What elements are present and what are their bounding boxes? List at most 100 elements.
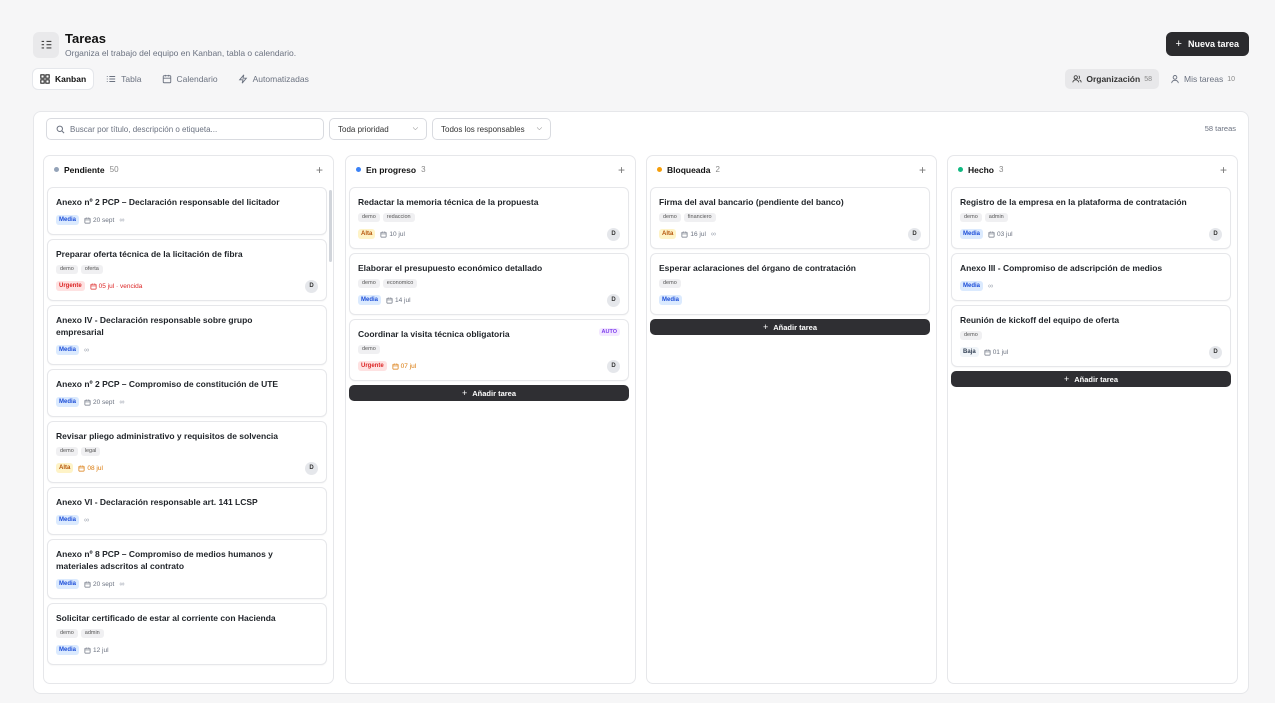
add-card-icon[interactable]: +: [618, 163, 625, 177]
task-card[interactable]: Anexo III - Compromiso de adscripción de…: [951, 253, 1231, 301]
tag-list: demo oferta: [56, 265, 318, 274]
status-dot: [54, 167, 59, 172]
plus-icon: +: [1175, 38, 1182, 50]
total-tasks-count: 58 tareas: [1204, 124, 1236, 133]
task-meta: Urgente 05 jul · vencida D: [56, 279, 318, 293]
add-card-icon[interactable]: +: [316, 163, 323, 177]
task-card[interactable]: Anexo IV - Declaración responsable sobre…: [47, 305, 327, 365]
tag: demo: [56, 265, 78, 274]
due-date: 16 jul: [681, 231, 706, 238]
priority-badge: Baja: [960, 347, 979, 357]
calendar-icon: [681, 231, 688, 237]
add-task-button[interactable]: + Añadir tarea: [349, 385, 629, 401]
tab-mis-tareas[interactable]: Mis tareas 10: [1163, 69, 1242, 89]
calendar-icon: [84, 647, 91, 653]
add-card-icon[interactable]: +: [919, 163, 926, 177]
task-card[interactable]: Anexo nº 2 PCP – Compromiso de constituc…: [47, 369, 327, 417]
column-scrollbar[interactable]: [329, 190, 332, 262]
calendar-icon: [984, 349, 991, 355]
due-date-text: 16 jul: [690, 230, 706, 238]
priority-badge: Media: [56, 397, 80, 407]
tag: demo: [56, 447, 78, 456]
link-icon: ∞: [988, 282, 994, 290]
column-body: Firma del aval bancario (pendiente del b…: [650, 187, 930, 679]
assignee-select[interactable]: Todos los responsables ⌵: [432, 118, 551, 140]
tab-automatizadas[interactable]: Automatizadas: [231, 69, 316, 89]
task-meta: Alta 16 jul ∞ D: [659, 227, 921, 241]
priority-badge: Media: [960, 229, 984, 239]
avatar[interactable]: D: [908, 227, 921, 241]
task-card[interactable]: Anexo VI - Declaración responsable art. …: [47, 487, 327, 535]
task-title: Revisar pliego administrativo y requisit…: [56, 431, 279, 441]
due-date-text: 05 jul · vencida: [98, 282, 143, 290]
due-date: 12 jul: [84, 647, 109, 654]
search-input[interactable]: [70, 124, 310, 134]
task-card[interactable]: Esperar aclaraciones del órgano de contr…: [650, 253, 930, 315]
avatar[interactable]: D: [305, 279, 318, 293]
due-date: 08 jul: [78, 465, 103, 472]
task-card[interactable]: Revisar pliego administrativo y requisit…: [47, 421, 327, 483]
task-meta: Media 20 sept ∞: [56, 577, 318, 591]
task-meta: Media 12 jul: [56, 643, 318, 657]
task-card[interactable]: Anexo nº 8 PCP – Compromiso de medios hu…: [47, 539, 327, 599]
kanban-column: Bloqueada 2 + Firma del aval bancario (pend…: [646, 155, 937, 684]
task-card[interactable]: AUTO Coordinar la visita técnica obligato…: [349, 319, 629, 381]
auto-badge: AUTO: [598, 328, 620, 336]
avatar[interactable]: D: [607, 227, 620, 241]
task-card[interactable]: Firma del aval bancario (pendiente del b…: [650, 187, 930, 249]
add-task-button[interactable]: + Añadir tarea: [650, 319, 930, 335]
tab-kanban[interactable]: Kanban: [33, 69, 94, 89]
search-box[interactable]: [46, 118, 324, 140]
priority-badge: Media: [960, 281, 984, 291]
tab-calendario[interactable]: Calendario: [155, 69, 225, 89]
avatar[interactable]: D: [1209, 227, 1222, 241]
avatar[interactable]: D: [305, 461, 318, 475]
tag-list: demo: [659, 279, 921, 288]
new-task-button[interactable]: + Nueva tarea: [1165, 32, 1249, 56]
priority-badge: Alta: [56, 463, 74, 473]
link-icon: ∞: [119, 216, 125, 224]
task-card[interactable]: Reunión de kickoff del equipo de oferta d…: [951, 305, 1231, 367]
priority-badge: Media: [56, 215, 80, 225]
add-task-button[interactable]: + Añadir tarea: [951, 371, 1231, 387]
due-date-text: 10 jul: [389, 230, 405, 238]
priority-select[interactable]: Toda prioridad ⌵: [329, 118, 427, 140]
calendar-icon: [84, 217, 91, 223]
bolt-icon: [238, 74, 247, 84]
avatar[interactable]: D: [607, 293, 620, 307]
column-header: Hecho 3 +: [948, 156, 1237, 183]
task-card[interactable]: Elaborar el presupuesto económico detall…: [349, 253, 629, 315]
column-header: Bloqueada 2 +: [647, 156, 936, 183]
priority-badge: Media: [56, 345, 80, 355]
due-date: 03 jul: [988, 231, 1013, 238]
column-title: Hecho: [968, 164, 994, 175]
tag-list: demo legal: [56, 447, 318, 456]
task-title: Anexo III - Compromiso de adscripción de…: [960, 263, 1163, 273]
task-meta: Media 03 jul D: [960, 227, 1222, 241]
calendar-icon: [380, 231, 387, 237]
due-date-text: 14 jul: [395, 296, 411, 304]
tab-tabla[interactable]: Tabla: [99, 69, 148, 89]
task-meta: Media 20 sept ∞: [56, 395, 318, 409]
task-card[interactable]: Registro de la empresa en la plataforma …: [951, 187, 1231, 249]
tag-list: demo financiero: [659, 213, 921, 222]
avatar[interactable]: D: [1209, 345, 1222, 359]
task-card[interactable]: Preparar oferta técnica de la licitación…: [47, 239, 327, 301]
due-date: 05 jul · vencida: [90, 282, 143, 290]
tag: oferta: [80, 265, 103, 274]
add-card-icon[interactable]: +: [1220, 163, 1227, 177]
due-date-text: 01 jul: [992, 348, 1009, 356]
task-card[interactable]: Anexo nº 2 PCP – Declaración responsable…: [47, 187, 327, 235]
task-card[interactable]: Redactar la memoria técnica de la propue…: [349, 187, 629, 249]
column-body: Registro de la empresa en la plataforma …: [951, 187, 1231, 679]
calendar-icon: [392, 363, 399, 369]
tab-organizacion[interactable]: Organización 58: [1065, 69, 1159, 89]
priority-select-value: Toda prioridad: [338, 124, 389, 134]
link-icon: ∞: [119, 580, 125, 588]
search-icon: [56, 125, 65, 133]
task-title: Elaborar el presupuesto económico detall…: [358, 263, 543, 273]
avatar[interactable]: D: [607, 359, 620, 373]
tag-list: demo admin: [960, 213, 1222, 222]
task-card[interactable]: Solicitar certificado de estar al corrie…: [47, 603, 327, 665]
task-meta: Media: [659, 293, 921, 307]
